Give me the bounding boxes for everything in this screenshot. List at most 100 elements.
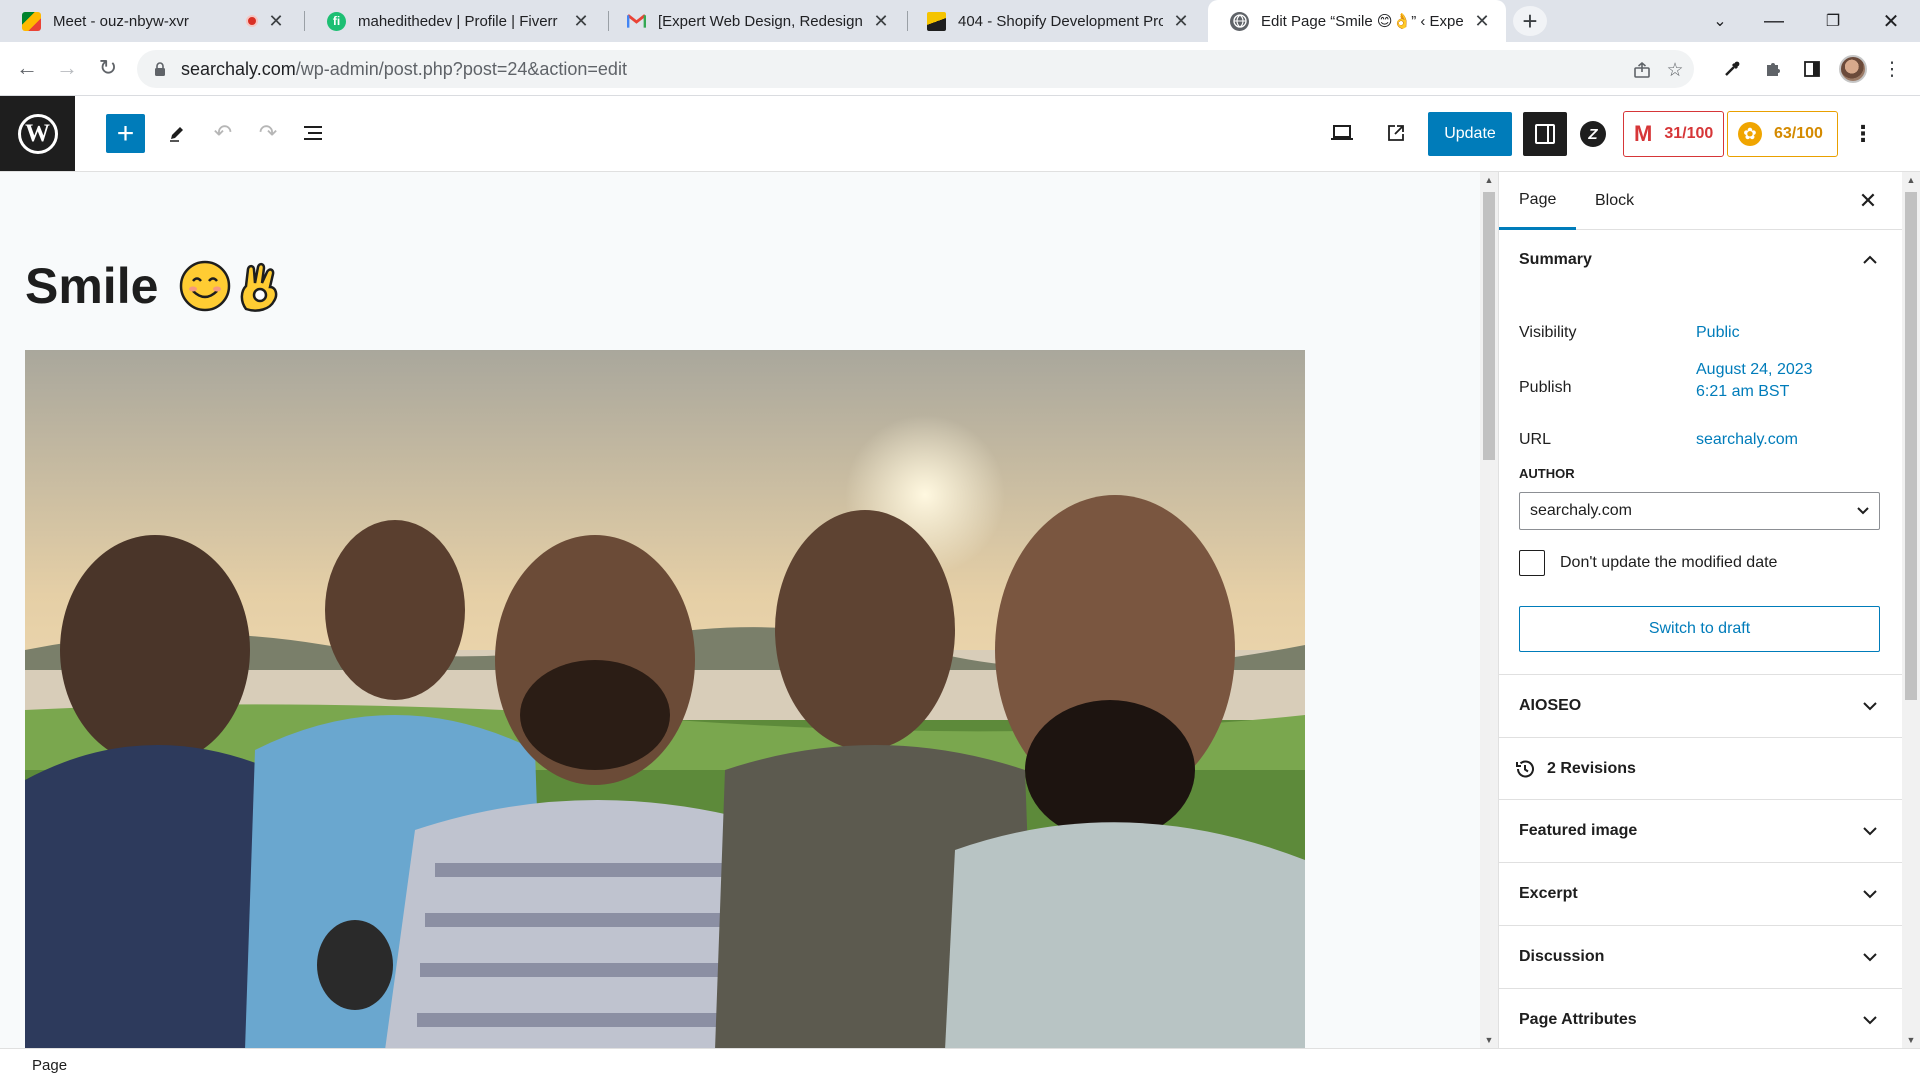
sidebar-tabs: Page Block ✕ [1499, 172, 1902, 230]
revisions-link[interactable]: 2 Revisions [1499, 738, 1902, 800]
url-text: searchaly.com/wp-admin/post.php?post=24&… [181, 59, 627, 80]
chevron-down-icon [1860, 821, 1880, 841]
wordpress-logo-icon: W [17, 113, 58, 154]
browser-tab-shopify[interactable]: 404 - Shopify Development Pros ✕ [905, 0, 1205, 42]
tab-search-icon[interactable]: ⌄ [1693, 0, 1747, 42]
author-selected-value: searchaly.com [1530, 502, 1632, 519]
preview-device-icon[interactable] [1323, 114, 1361, 152]
browser-tab-strip: Meet - ouz-nbyw-xvr ✕ fi mahedithedev | … [0, 0, 1920, 42]
block-breadcrumb[interactable]: Page [32, 1057, 67, 1074]
scroll-up-arrow-icon[interactable]: ▲ [1902, 172, 1920, 188]
browser-toolbar: ← → ↻ searchaly.com/wp-admin/post.php?po… [0, 42, 1920, 96]
switch-to-draft-button[interactable]: Switch to draft [1519, 606, 1880, 652]
document-overview-icon[interactable] [294, 114, 332, 152]
recording-indicator-icon [246, 15, 258, 27]
author-select[interactable]: searchaly.com [1519, 492, 1880, 530]
url-value-link[interactable]: searchaly.com [1696, 429, 1798, 451]
share-icon[interactable] [1631, 59, 1653, 81]
scroll-up-arrow-icon[interactable]: ▲ [1480, 172, 1498, 188]
author-label: AUTHOR [1519, 466, 1575, 481]
forward-icon[interactable]: → [50, 51, 84, 85]
screen: Meet - ouz-nbyw-xvr ✕ fi mahedithedev | … [0, 0, 1920, 1080]
chevron-down-icon [1860, 1010, 1880, 1030]
eyedropper-extension-icon[interactable] [1716, 53, 1748, 85]
url-label: URL [1519, 431, 1552, 448]
settings-sidebar: Page Block ✕ Summary Visibility Public P… [1499, 172, 1902, 1048]
close-tab-icon[interactable]: ✕ [871, 11, 891, 31]
update-button[interactable]: Update [1428, 112, 1512, 156]
chrome-menu-icon[interactable]: ⋮ [1876, 53, 1908, 85]
redo-icon[interactable]: ↷ [249, 114, 287, 152]
tab-title: [Expert Web Design, Redesign, and [658, 12, 863, 30]
post-title-text[interactable]: Smile [25, 257, 158, 315]
browser-tab-gmail[interactable]: [Expert Web Design, Redesign, and ✕ [605, 0, 905, 42]
view-page-external-icon[interactable] [1377, 114, 1415, 152]
settings-toggle-button[interactable] [1523, 112, 1567, 156]
browser-tab-meet[interactable]: Meet - ouz-nbyw-xvr ✕ [0, 0, 300, 42]
discussion-panel-toggle[interactable]: Discussion [1499, 926, 1902, 989]
options-menu-icon[interactable]: ⋮ [1851, 116, 1875, 152]
browser-tab-fiverr[interactable]: fi mahedithedev | Profile | Fiverr ✕ [305, 0, 605, 42]
tab-page[interactable]: Page [1499, 172, 1577, 230]
scrollbar-thumb[interactable] [1483, 192, 1495, 460]
modified-date-checkbox-label[interactable]: Don't update the modified date [1560, 554, 1777, 572]
extensions-puzzle-icon[interactable] [1757, 53, 1789, 85]
bookmark-star-icon[interactable]: ☆ [1664, 59, 1686, 81]
minimize-icon[interactable]: — [1747, 0, 1801, 42]
ok-hand-emoji [241, 262, 278, 312]
seo-score-button[interactable]: M 31/100 [1623, 111, 1724, 157]
seo-score-value: 31/100 [1664, 125, 1714, 142]
new-tab-button[interactable]: + [1513, 6, 1547, 36]
summary-panel: Visibility Public Publish August 24, 202… [1499, 289, 1902, 675]
publish-time: 6:21 am BST [1696, 383, 1790, 400]
reload-icon[interactable]: ↻ [91, 51, 125, 85]
post-title[interactable]: Smile [25, 257, 282, 315]
scroll-down-arrow-icon[interactable]: ▼ [1902, 1032, 1920, 1048]
url-path: /wp-admin/post.php?post=24&action=edit [295, 58, 627, 79]
back-icon[interactable]: ← [10, 51, 44, 85]
aioseo-heading: AIOSEO [1519, 697, 1582, 714]
editor-footer: Page [0, 1048, 1920, 1080]
window-close-icon[interactable]: ✕ [1864, 0, 1918, 42]
modified-date-checkbox[interactable] [1519, 550, 1545, 576]
close-tab-icon[interactable]: ✕ [266, 11, 286, 31]
block-inserter-button[interactable]: + [106, 114, 145, 153]
tools-pencil-icon[interactable] [158, 114, 196, 152]
featured-photo-image[interactable] [25, 350, 1305, 1048]
visibility-value-link[interactable]: Public [1696, 322, 1740, 344]
aioseo-panel-toggle[interactable]: AIOSEO [1499, 675, 1902, 738]
page-attributes-panel-toggle[interactable]: Page Attributes [1499, 989, 1902, 1048]
readability-score-value: 63/100 [1774, 125, 1823, 142]
readability-score-button[interactable]: ✿ 63/100 [1727, 111, 1838, 157]
google-meet-icon [22, 11, 41, 31]
address-bar[interactable]: searchaly.com/wp-admin/post.php?post=24&… [137, 50, 1694, 88]
excerpt-panel-toggle[interactable]: Excerpt [1499, 863, 1902, 926]
chevron-down-icon [1860, 884, 1880, 904]
chevron-down-icon [1860, 947, 1880, 967]
side-panel-icon[interactable] [1796, 53, 1828, 85]
tab-title: Meet - ouz-nbyw-xvr [53, 12, 189, 30]
undo-icon[interactable]: ↶ [204, 114, 242, 152]
tab-title: mahedithedev | Profile | Fiverr [358, 12, 558, 30]
close-tab-icon[interactable]: ✕ [1171, 11, 1191, 31]
globe-icon [1230, 11, 1249, 31]
plugin-z-icon[interactable]: Z [1580, 121, 1606, 147]
close-tab-icon[interactable]: ✕ [1472, 11, 1492, 31]
page-attributes-heading: Page Attributes [1519, 1011, 1637, 1028]
fiverr-icon: fi [327, 11, 346, 31]
tab-block[interactable]: Block [1575, 172, 1654, 230]
chevron-up-icon [1860, 250, 1880, 270]
browser-tab-active[interactable]: Edit Page “Smile 😊👌” ‹ Expert W ✕ [1208, 0, 1506, 42]
featured-image-panel-toggle[interactable]: Featured image [1499, 800, 1902, 863]
close-tab-icon[interactable]: ✕ [571, 11, 591, 31]
restore-icon[interactable]: ❐ [1806, 0, 1860, 42]
sidebar-scrollbar[interactable]: ▲ ▼ [1902, 172, 1920, 1048]
close-sidebar-icon[interactable]: ✕ [1856, 188, 1880, 213]
canvas-scrollbar[interactable]: ▲ ▼ [1480, 172, 1498, 1048]
wordpress-logo-button[interactable]: W [0, 96, 75, 171]
summary-panel-toggle[interactable]: Summary [1499, 230, 1902, 289]
scrollbar-thumb[interactable] [1905, 192, 1917, 700]
profile-avatar[interactable] [1839, 55, 1867, 83]
publish-date-link[interactable]: August 24, 2023 6:21 am BST [1696, 359, 1813, 403]
scroll-down-arrow-icon[interactable]: ▼ [1480, 1032, 1498, 1048]
